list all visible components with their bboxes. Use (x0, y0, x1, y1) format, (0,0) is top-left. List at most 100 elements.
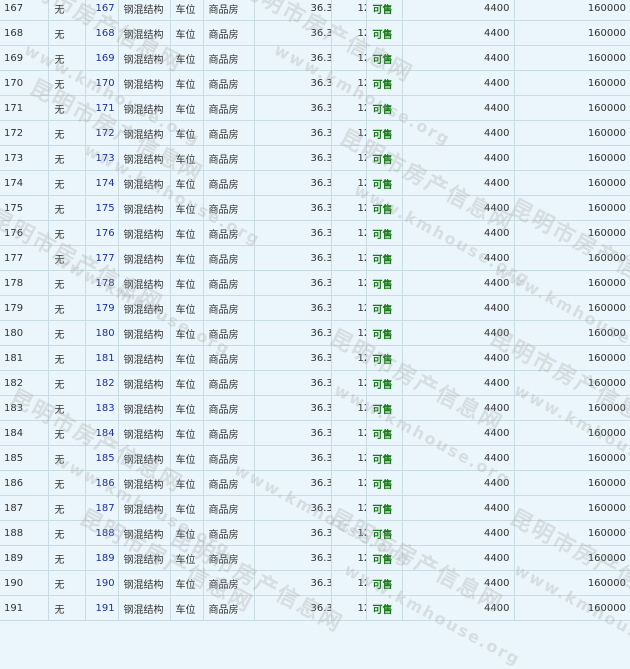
num-cell: 189 (0, 545, 49, 571)
count-cell: 12 (331, 220, 367, 246)
property-type-cell: 商品房 (203, 520, 255, 546)
structure-cell: 钢混结构 (118, 295, 171, 321)
structure-cell: 钢混结构 (118, 45, 171, 71)
area-cell: 36.36 (254, 345, 332, 371)
total-price-cell: 160000 (514, 95, 630, 121)
room-number-link[interactable]: 174 (85, 170, 119, 196)
table-row: 188无188钢混结构车位商品房36.3612可售4400160000 (0, 520, 630, 546)
room-number-link[interactable]: 170 (85, 70, 119, 96)
unit-price-cell: 4400 (402, 545, 515, 571)
num-cell: 171 (0, 95, 49, 121)
usage-cell: 车位 (170, 20, 204, 46)
num-cell: 175 (0, 195, 49, 221)
room-number-link[interactable]: 180 (85, 320, 119, 346)
status-available: 可售 (366, 95, 403, 121)
room-number-link[interactable]: 173 (85, 145, 119, 171)
property-type-cell: 商品房 (203, 120, 255, 146)
status-available: 可售 (366, 420, 403, 446)
area-cell: 36.36 (254, 245, 332, 271)
room-number-link[interactable]: 185 (85, 445, 119, 471)
status-available: 可售 (366, 295, 403, 321)
room-number-link[interactable]: 189 (85, 545, 119, 571)
num-cell: 169 (0, 45, 49, 71)
table-row: 186无186钢混结构车位商品房36.3612可售4400160000 (0, 470, 630, 496)
area-cell: 36.36 (254, 570, 332, 596)
table-row: 174无174钢混结构车位商品房36.3612可售4400160000 (0, 170, 630, 196)
room-number-link[interactable]: 181 (85, 345, 119, 371)
count-cell: 12 (331, 70, 367, 96)
unit-price-cell: 4400 (402, 395, 515, 421)
area-cell: 36.36 (254, 420, 332, 446)
count-cell: 12 (331, 370, 367, 396)
count-cell: 12 (331, 270, 367, 296)
num-cell: 174 (0, 170, 49, 196)
unit-price-cell: 4400 (402, 520, 515, 546)
property-type-cell: 商品房 (203, 295, 255, 321)
status-available: 可售 (366, 545, 403, 571)
floor-cell: 无 (48, 245, 86, 271)
count-cell: 12 (331, 595, 367, 621)
status-available: 可售 (366, 195, 403, 221)
property-type-cell: 商品房 (203, 420, 255, 446)
room-number-link[interactable]: 168 (85, 20, 119, 46)
room-number-link[interactable]: 188 (85, 520, 119, 546)
area-cell: 36.36 (254, 145, 332, 171)
status-available: 可售 (366, 70, 403, 96)
unit-price-cell: 4400 (402, 270, 515, 296)
count-cell: 12 (331, 420, 367, 446)
num-cell: 170 (0, 70, 49, 96)
unit-price-cell: 4400 (402, 195, 515, 221)
structure-cell: 钢混结构 (118, 95, 171, 121)
room-number-link[interactable]: 167 (85, 0, 119, 21)
room-number-link[interactable]: 177 (85, 245, 119, 271)
total-price-cell: 160000 (514, 295, 630, 321)
room-number-link[interactable]: 183 (85, 395, 119, 421)
table-row: 168无168钢混结构车位商品房36.3612可售4400160000 (0, 20, 630, 46)
table-row: 180无180钢混结构车位商品房36.3612可售4400160000 (0, 320, 630, 346)
room-number-link[interactable]: 172 (85, 120, 119, 146)
unit-price-cell: 4400 (402, 370, 515, 396)
floor-cell: 无 (48, 420, 86, 446)
room-number-link[interactable]: 179 (85, 295, 119, 321)
table-row: 170无170钢混结构车位商品房36.3612可售4400160000 (0, 70, 630, 96)
count-cell: 12 (331, 345, 367, 371)
room-number-link[interactable]: 169 (85, 45, 119, 71)
table-row: 184无184钢混结构车位商品房36.3612可售4400160000 (0, 420, 630, 446)
usage-cell: 车位 (170, 70, 204, 96)
room-number-link[interactable]: 182 (85, 370, 119, 396)
room-number-link[interactable]: 186 (85, 470, 119, 496)
table-row: 181无181钢混结构车位商品房36.3612可售4400160000 (0, 345, 630, 371)
unit-price-cell: 4400 (402, 0, 515, 21)
total-price-cell: 160000 (514, 320, 630, 346)
unit-price-cell: 4400 (402, 120, 515, 146)
room-number-link[interactable]: 178 (85, 270, 119, 296)
property-type-cell: 商品房 (203, 395, 255, 421)
floor-cell: 无 (48, 395, 86, 421)
floor-cell: 无 (48, 270, 86, 296)
count-cell: 12 (331, 95, 367, 121)
total-price-cell: 160000 (514, 345, 630, 371)
unit-price-cell: 4400 (402, 45, 515, 71)
room-number-link[interactable]: 184 (85, 420, 119, 446)
usage-cell: 车位 (170, 495, 204, 521)
structure-cell: 钢混结构 (118, 445, 171, 471)
room-number-link[interactable]: 171 (85, 95, 119, 121)
room-number-link[interactable]: 187 (85, 495, 119, 521)
table-row: 187无187钢混结构车位商品房36.3612可售4400160000 (0, 495, 630, 521)
table-row: 183无183钢混结构车位商品房36.3612可售4400160000 (0, 395, 630, 421)
table-row: 191无191钢混结构车位商品房36.3612可售4400160000 (0, 595, 630, 621)
floor-cell: 无 (48, 320, 86, 346)
status-available: 可售 (366, 145, 403, 171)
usage-cell: 车位 (170, 245, 204, 271)
room-number-link[interactable]: 176 (85, 220, 119, 246)
usage-cell: 车位 (170, 595, 204, 621)
room-number-link[interactable]: 191 (85, 595, 119, 621)
property-type-cell: 商品房 (203, 95, 255, 121)
total-price-cell: 160000 (514, 245, 630, 271)
structure-cell: 钢混结构 (118, 195, 171, 221)
room-number-link[interactable]: 175 (85, 195, 119, 221)
status-available: 可售 (366, 220, 403, 246)
room-number-link[interactable]: 190 (85, 570, 119, 596)
table-row: 173无173钢混结构车位商品房36.3612可售4400160000 (0, 145, 630, 171)
total-price-cell: 160000 (514, 545, 630, 571)
